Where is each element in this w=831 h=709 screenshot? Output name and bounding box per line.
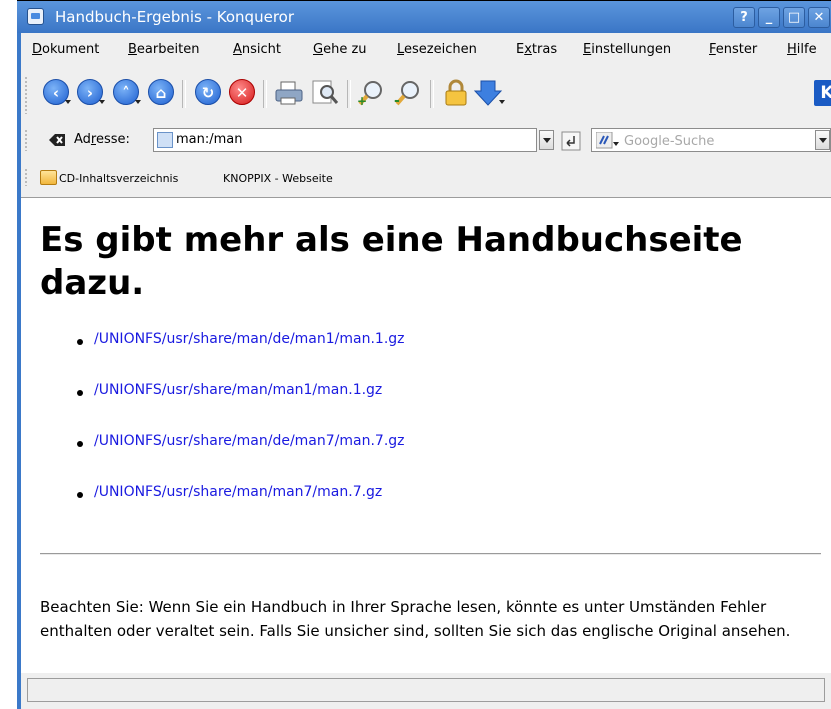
forward-dropdown-icon[interactable] xyxy=(99,100,105,104)
konqueror-window: Handbuch-Ergebnis - Konqueror ? _ □ ✕ Do… xyxy=(0,0,831,709)
title-bar[interactable]: Handbuch-Ergebnis - Konqueror ? _ □ ✕ xyxy=(17,0,831,33)
back-button[interactable]: ‹ xyxy=(43,79,71,107)
search-engine-icon[interactable] xyxy=(596,132,620,149)
status-field xyxy=(27,678,825,702)
location-toolbar: Adresse: man:/man xyxy=(21,124,831,156)
folder-icon xyxy=(40,170,57,185)
address-input[interactable]: man:/man xyxy=(153,128,537,152)
translation-note: Beachten Sie: Wenn Sie ein Handbuch in I… xyxy=(40,598,791,640)
page-favicon-icon xyxy=(157,132,173,148)
list-item: /UNIONFS/usr/share/man/man1/man.1.gz xyxy=(40,382,405,433)
main-toolbar: ‹ › ˄ ⌂ ↻ ✕ + - K xyxy=(21,64,831,124)
home-button[interactable]: ⌂ xyxy=(148,79,176,107)
list-item: /UNIONFS/usr/share/man/de/man1/man.1.gz xyxy=(40,331,405,382)
bookmark-cd-contents[interactable]: CD-Inhaltsverzeichnis xyxy=(59,172,178,185)
search-dropdown-button[interactable] xyxy=(815,130,830,150)
home-icon: ⌂ xyxy=(148,79,174,105)
menu-dokument[interactable]: Dokument xyxy=(32,42,99,57)
manpage-link[interactable]: /UNIONFS/usr/share/man/de/man7/man.7.gz xyxy=(94,433,405,449)
menu-hilfe[interactable]: Hilfe xyxy=(787,42,817,57)
list-item: /UNIONFS/usr/share/man/de/man7/man.7.gz xyxy=(40,433,405,484)
search-input[interactable] xyxy=(622,131,802,151)
forward-button[interactable]: › xyxy=(77,79,105,107)
search-box[interactable] xyxy=(591,128,831,152)
stop-icon: ✕ xyxy=(229,79,255,105)
clear-location-icon[interactable] xyxy=(48,133,66,147)
reload-icon: ↻ xyxy=(195,79,221,105)
svg-text:+: + xyxy=(357,94,367,107)
back-dropdown-icon[interactable] xyxy=(65,100,71,104)
menu-lesezeichen[interactable]: Lesezeichen xyxy=(397,42,477,57)
stop-button[interactable]: ✕ xyxy=(229,79,257,107)
manpage-list: /UNIONFS/usr/share/man/de/man1/man.1.gz … xyxy=(40,331,405,535)
help-button[interactable]: ? xyxy=(733,7,755,28)
maximize-button[interactable]: □ xyxy=(783,7,805,28)
kde-logo: K xyxy=(814,80,831,106)
menu-einstellungen[interactable]: Einstellungen xyxy=(583,42,671,57)
menu-extras[interactable]: Extras xyxy=(516,42,557,57)
toolbar-separator xyxy=(430,80,434,108)
up-button[interactable]: ˄ xyxy=(113,79,141,107)
toolbar-separator xyxy=(347,80,351,108)
menu-bar: Dokument Bearbeiten Ansicht Gehe zu Lese… xyxy=(21,33,831,64)
status-bar xyxy=(21,673,831,709)
page-content: Es gibt mehr als eine Handbuchseite dazu… xyxy=(21,198,831,673)
lock-icon xyxy=(445,79,467,106)
menu-ansicht[interactable]: Ansicht xyxy=(233,42,281,57)
zoom-out-button[interactable]: - xyxy=(393,79,421,109)
address-value: man:/man xyxy=(176,132,243,147)
manpage-link[interactable]: /UNIONFS/usr/share/man/de/man1/man.1.gz xyxy=(94,331,405,347)
print-button[interactable] xyxy=(274,79,303,107)
address-dropdown-button[interactable] xyxy=(539,130,554,150)
menu-bearbeiten[interactable]: Bearbeiten xyxy=(128,42,199,57)
zoom-out-icon: - xyxy=(394,81,419,109)
menu-gehe-zu[interactable]: Gehe zu xyxy=(313,42,367,57)
location-grip[interactable] xyxy=(24,129,28,151)
svg-text:-: - xyxy=(394,93,400,107)
window-title: Handbuch-Ergebnis - Konqueror xyxy=(55,8,294,26)
konqueror-app-icon[interactable] xyxy=(27,8,44,25)
zoom-in-icon: + xyxy=(357,81,382,108)
close-button[interactable]: ✕ xyxy=(808,7,830,28)
zoom-in-button[interactable]: + xyxy=(356,79,384,108)
divider xyxy=(40,553,821,555)
manpage-link[interactable]: /UNIONFS/usr/share/man/man7/man.7.gz xyxy=(94,484,382,500)
print-icon xyxy=(275,81,303,105)
manpage-link[interactable]: /UNIONFS/usr/share/man/man1/man.1.gz xyxy=(94,382,382,398)
up-dropdown-icon[interactable] xyxy=(135,100,141,104)
go-icon[interactable] xyxy=(561,131,581,151)
bookmark-toolbar: CD-Inhaltsverzeichnis KNOPPIX - Webseite xyxy=(21,156,831,198)
bookmark-grip[interactable] xyxy=(24,168,28,186)
download-button[interactable] xyxy=(473,79,505,107)
toolbar-separator xyxy=(182,80,186,108)
page-heading: Es gibt mehr als eine Handbuchseite dazu… xyxy=(40,220,743,303)
download-dropdown-icon[interactable] xyxy=(499,100,505,104)
bookmark-knoppix-website[interactable]: KNOPPIX - Webseite xyxy=(223,172,333,185)
find-button[interactable] xyxy=(310,79,339,107)
security-button[interactable] xyxy=(441,79,469,107)
toolbar-separator xyxy=(263,80,267,108)
menu-fenster[interactable]: Fenster xyxy=(709,42,757,57)
address-label: Adresse: xyxy=(74,132,130,147)
minimize-button[interactable]: _ xyxy=(758,7,780,28)
reload-button[interactable]: ↻ xyxy=(195,79,223,107)
toolbar-grip[interactable] xyxy=(24,76,28,114)
find-icon xyxy=(312,80,339,104)
list-item: /UNIONFS/usr/share/man/man7/man.7.gz xyxy=(40,484,405,535)
